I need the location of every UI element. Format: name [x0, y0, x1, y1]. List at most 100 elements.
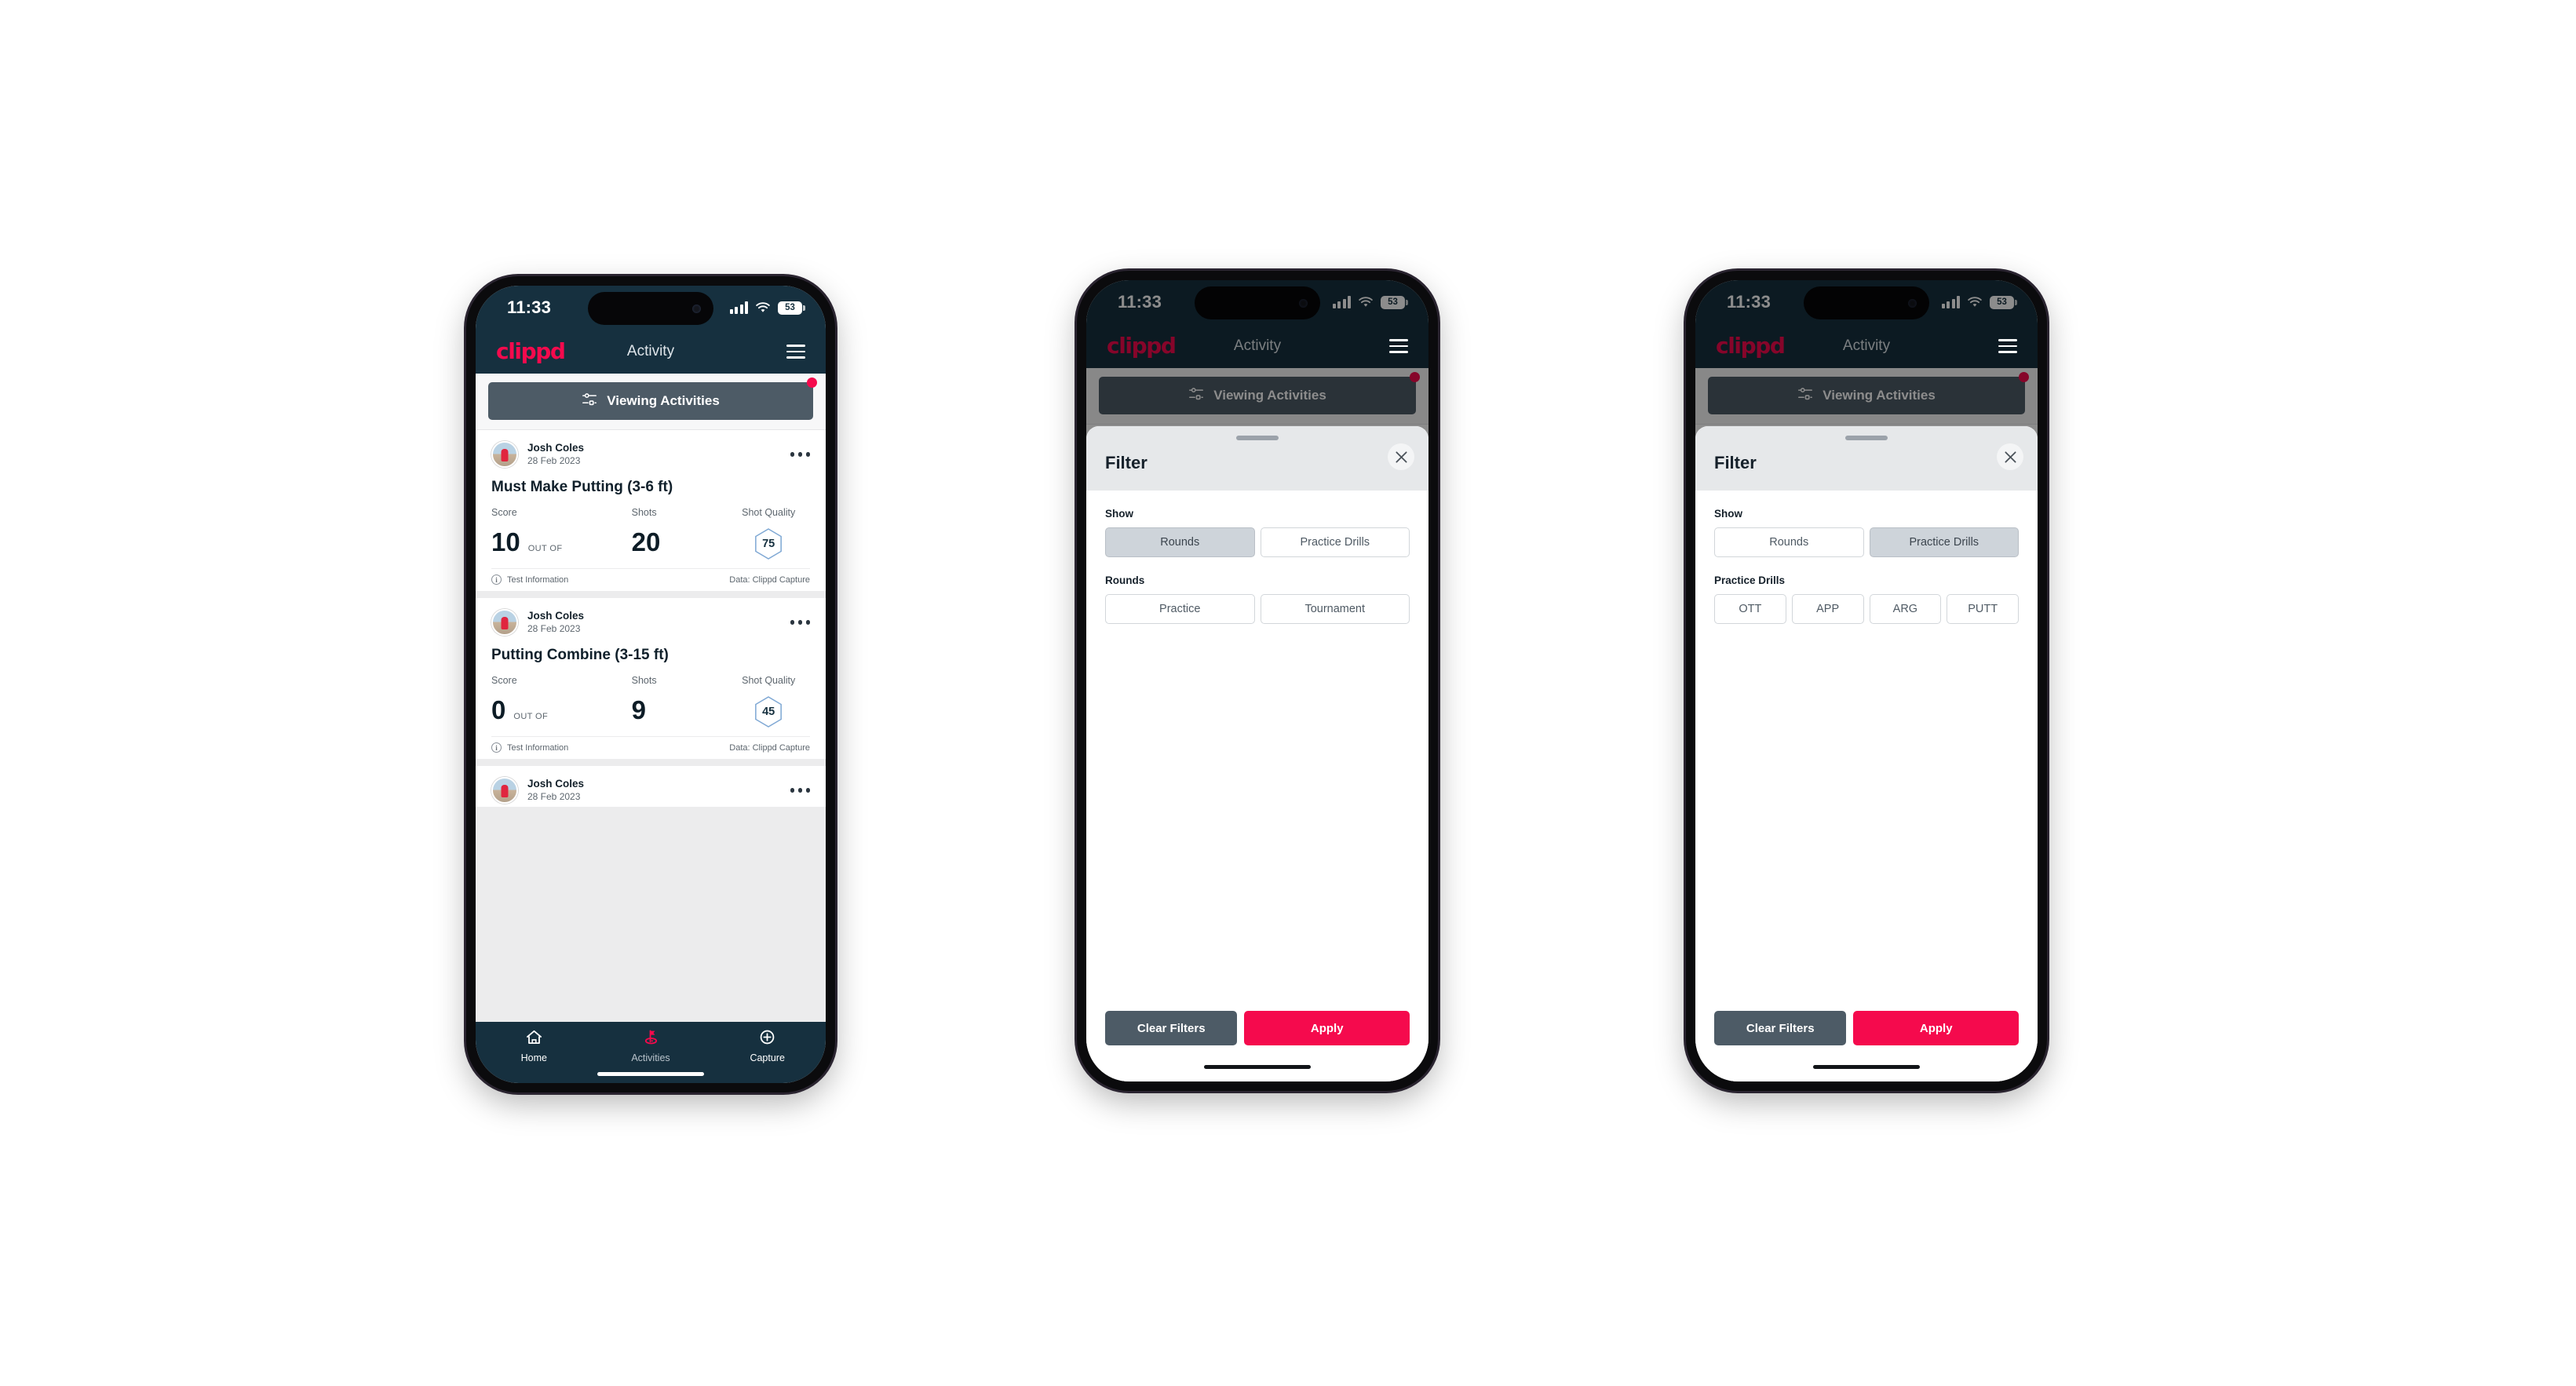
show-group-label: Show: [1105, 508, 1133, 520]
chip-rounds[interactable]: Rounds: [1105, 527, 1255, 557]
card-options-icon[interactable]: [790, 452, 810, 457]
score-column: Score: [491, 675, 632, 686]
activity-feed[interactable]: Josh Coles 28 Feb 2023 Must Make Putting…: [476, 430, 826, 1022]
app-header: clippd Activity: [476, 330, 826, 374]
card-options-icon[interactable]: [790, 620, 810, 625]
score-value: 10: [491, 527, 520, 556]
shot-quality-hexagon: 75: [753, 527, 783, 560]
stats-row: Score Shots Shot Quality: [491, 675, 810, 694]
activity-date: 28 Feb 2023: [527, 790, 581, 802]
chip-putt[interactable]: PUTT: [1947, 594, 2019, 624]
nav-item-activities[interactable]: Activities: [593, 1029, 710, 1063]
viewing-activities-label: Viewing Activities: [607, 393, 720, 408]
user-block: Josh Coles 28 Feb 2023: [527, 610, 584, 635]
bottom-navigation: Home Activities Capture: [476, 1022, 826, 1083]
data-source-label: Data: Clippd Capture: [729, 574, 810, 585]
apply-button[interactable]: Apply: [1244, 1011, 1410, 1045]
show-chip-row: Rounds Practice Drills: [1714, 527, 2019, 557]
chip-practice-drills[interactable]: Practice Drills: [1260, 527, 1410, 557]
shots-value: 20: [631, 527, 661, 556]
filter-sheet-footer: Clear Filters Apply: [1086, 1011, 1428, 1081]
user-name: Josh Coles: [527, 610, 585, 622]
activity-card[interactable]: Josh Coles 28 Feb 2023: [476, 766, 826, 807]
home-indicator: [597, 1071, 704, 1076]
chip-practice[interactable]: Practice: [1105, 594, 1255, 624]
test-information-link[interactable]: Test Information: [507, 575, 568, 585]
activity-title: Must Make Putting (3-6 ft): [491, 479, 673, 495]
stats-values-row: 0 OUT OF 9 45: [491, 694, 810, 736]
user-block: Josh Coles 28 Feb 2023: [527, 778, 584, 803]
hamburger-menu-icon[interactable]: [1998, 339, 2017, 353]
chip-ott[interactable]: OTT: [1714, 594, 1786, 624]
home-indicator: [1204, 1064, 1311, 1069]
activity-date: 28 Feb 2023: [527, 622, 581, 634]
viewing-activities-button[interactable]: Viewing Activities: [488, 382, 813, 420]
hamburger-menu-icon[interactable]: [786, 345, 805, 359]
chip-rounds[interactable]: Rounds: [1714, 527, 1864, 557]
shots-value: 9: [631, 695, 646, 724]
data-source-label: Data: Clippd Capture: [729, 742, 810, 753]
plus-circle-icon: [758, 1029, 776, 1049]
card-header: Josh Coles 28 Feb 2023: [491, 441, 810, 471]
score-value: 0: [491, 695, 506, 724]
nav-item-capture[interactable]: Capture: [709, 1029, 826, 1063]
quality-column: Shot Quality: [727, 675, 810, 686]
filter-sheet-body: Show Rounds Practice Drills Practice Dri…: [1695, 491, 2038, 1011]
phone-device-2: 11:33 53 clippd Activity Viewing Activit…: [1077, 271, 1438, 1091]
avatar: [491, 777, 518, 804]
filter-sheet-title: Filter: [1105, 453, 1148, 472]
card-header: Josh Coles 28 Feb 2023: [491, 777, 810, 807]
stats-values-row: 10 OUT OF 20 75: [491, 526, 810, 568]
chip-practice-drills[interactable]: Practice Drills: [1869, 527, 2019, 557]
status-time: 11:33: [507, 297, 552, 317]
card-divider: [476, 759, 826, 766]
activity-card[interactable]: Josh Coles 28 Feb 2023 Putting Combine (…: [476, 598, 826, 759]
card-footer: i Test Information Data: Clippd Capture: [491, 568, 810, 591]
clippd-logo[interactable]: clippd: [496, 341, 566, 363]
filter-active-badge: [807, 378, 817, 388]
nav-label-capture: Capture: [750, 1052, 785, 1063]
shots-value-wrap: 9: [632, 694, 728, 723]
filter-sheet: Filter Show Rounds Practice Drills Round…: [1086, 426, 1428, 1081]
screenshot-stage: 11:33 53 clippd Activity Viewing Activit…: [0, 0, 2576, 1386]
shot-quality-label: Shot Quality: [742, 507, 796, 518]
show-chip-row: Rounds Practice Drills: [1105, 527, 1410, 557]
quality-column: Shot Quality: [727, 507, 810, 518]
card-header: Josh Coles 28 Feb 2023: [491, 609, 810, 639]
info-icon[interactable]: i: [491, 574, 502, 585]
clear-filters-button[interactable]: Clear Filters: [1105, 1011, 1238, 1045]
nav-item-home[interactable]: Home: [476, 1029, 593, 1063]
score-label: Score: [491, 507, 517, 518]
user-name: Josh Coles: [527, 778, 585, 790]
close-icon[interactable]: [1997, 443, 2023, 470]
chip-tournament[interactable]: Tournament: [1260, 594, 1410, 624]
quality-value-wrap: 75: [727, 526, 810, 560]
apply-button[interactable]: Apply: [1853, 1011, 2019, 1045]
card-options-icon[interactable]: [790, 788, 810, 793]
chip-app[interactable]: APP: [1791, 594, 1864, 624]
card-divider: [476, 591, 826, 598]
activity-card[interactable]: Josh Coles 28 Feb 2023 Must Make Putting…: [476, 430, 826, 591]
test-information-link[interactable]: Test Information: [507, 743, 568, 753]
show-group-label: Show: [1714, 508, 1742, 520]
close-icon[interactable]: [1388, 443, 1414, 470]
activity-title: Putting Combine (3-15 ft): [491, 647, 669, 663]
shot-quality-value: 75: [762, 538, 775, 550]
clear-filters-button[interactable]: Clear Filters: [1714, 1011, 1847, 1045]
info-icon[interactable]: i: [491, 742, 502, 753]
hamburger-menu-icon[interactable]: [1389, 339, 1408, 353]
shots-label: Shots: [631, 507, 657, 518]
chip-arg[interactable]: ARG: [1869, 594, 1942, 624]
user-block: Josh Coles 28 Feb 2023: [527, 442, 584, 467]
drag-handle[interactable]: [1845, 436, 1888, 440]
shot-quality-value: 45: [762, 706, 775, 718]
drag-handle[interactable]: [1236, 436, 1279, 440]
practice-drills-group-label: Practice Drills: [1714, 574, 1786, 586]
score-value-wrap: 10 OUT OF: [491, 526, 632, 555]
filter-sliders-icon: [582, 392, 597, 410]
filter-sheet-header: Filter: [1695, 426, 2038, 491]
shot-quality-label: Shot Quality: [742, 675, 796, 686]
shots-value-wrap: 20: [632, 526, 728, 555]
wifi-icon: [755, 301, 771, 314]
score-value-wrap: 0 OUT OF: [491, 694, 632, 723]
